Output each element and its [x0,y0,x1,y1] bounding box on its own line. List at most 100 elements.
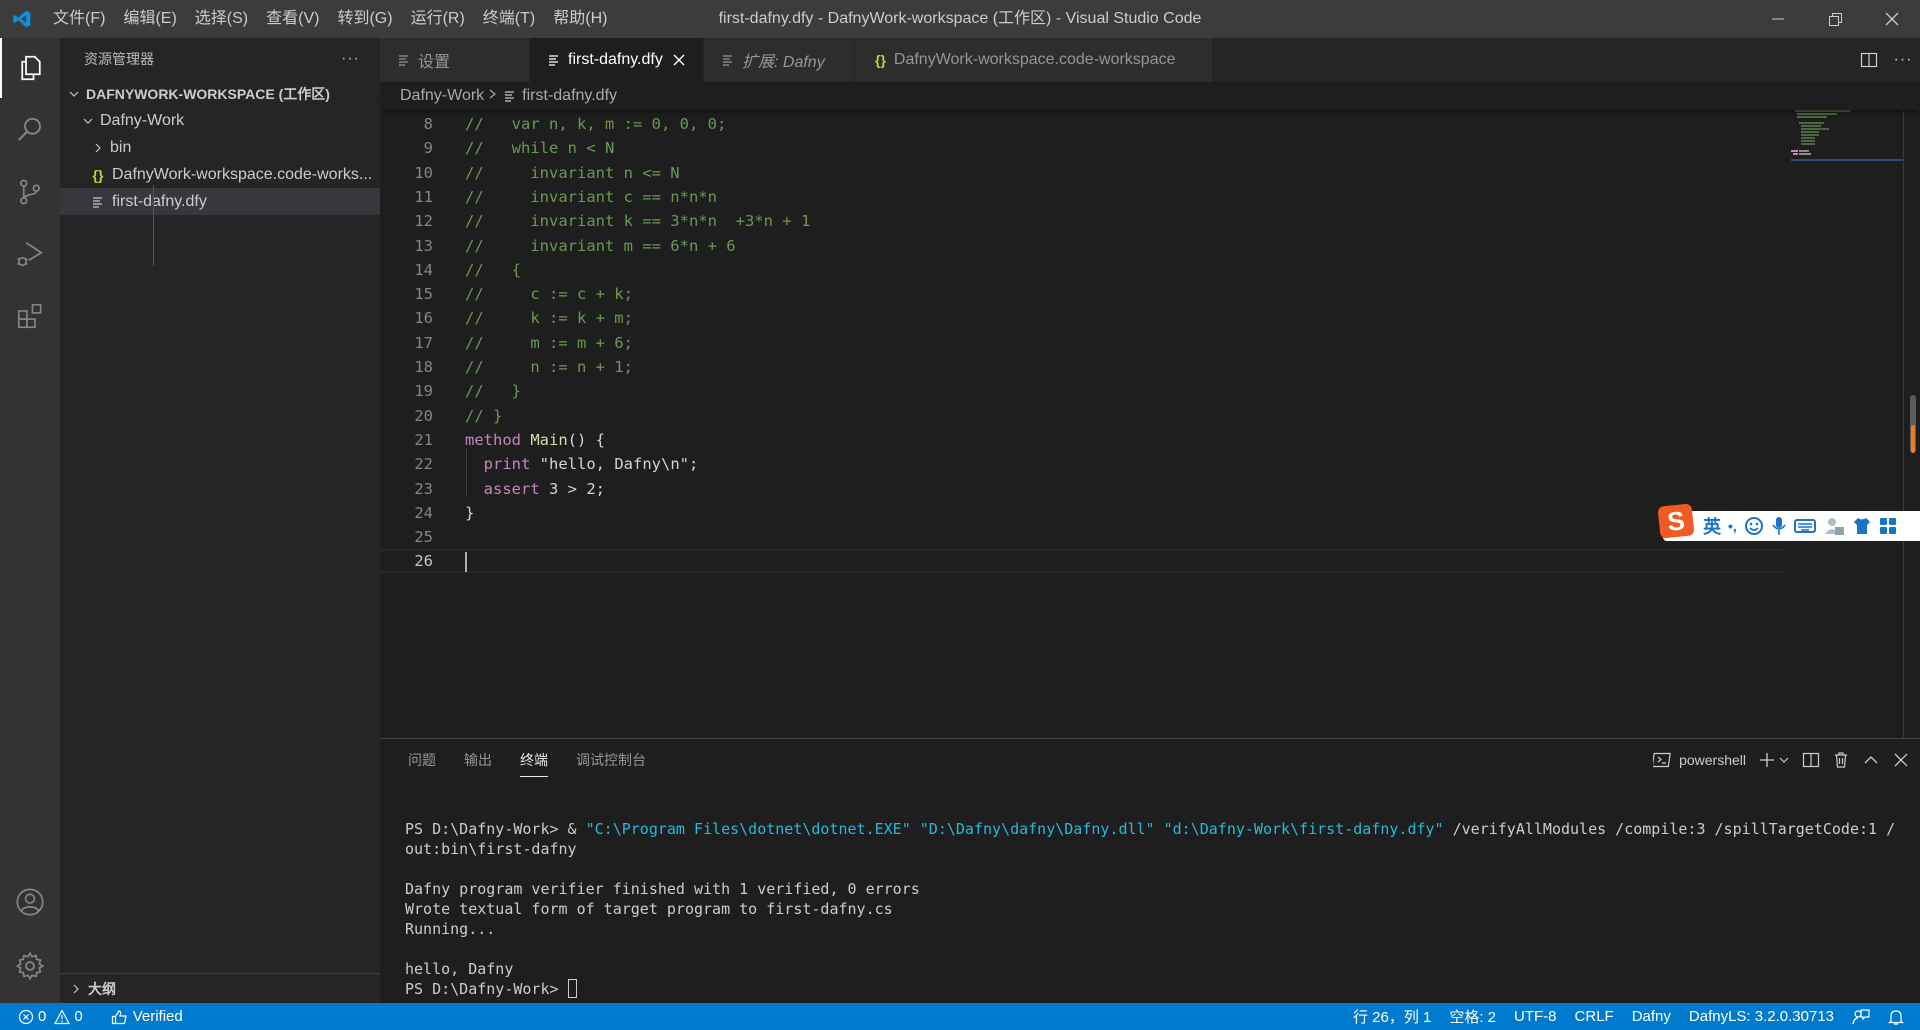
problems-status[interactable]: 0 0 [0,1008,92,1025]
line-number: 8 [423,115,433,133]
line-number: 25 [414,528,433,547]
activity-search[interactable] [0,100,60,160]
grid-menu-icon[interactable] [1879,517,1897,535]
menu-view[interactable]: 查看(V) [257,0,328,38]
code-line[interactable]: 25 [380,525,1785,549]
split-editor-button[interactable] [1852,51,1886,69]
code-editor[interactable]: 8 // var n, k, m := 0, 0, 0; 9 // while n <… [380,110,1920,738]
code-line[interactable]: 16 // k := k + m; [380,306,1785,330]
tree-item-bin[interactable]: bin [60,134,380,161]
code-line[interactable]: 18 // n := n + 1; [380,355,1785,379]
microphone-icon[interactable] [1771,516,1787,536]
keyboard-icon[interactable] [1793,517,1816,535]
code-line[interactable]: 9 // while n < N [380,136,1785,160]
chevron-right-icon [90,142,106,154]
minimap[interactable] [1785,110,1900,170]
code-text: // while n < N [465,136,614,160]
user-skin-icon[interactable] [1823,516,1845,536]
panel-tab-problems[interactable]: 问题 [394,739,450,781]
code-text: // k := k + m; [465,306,633,330]
code-line[interactable]: 14 // { [380,258,1785,282]
code-line[interactable]: 11 // invariant c == n*n*n [380,185,1785,209]
ime-punct-toggle[interactable]: •, [1728,518,1737,534]
more-actions-button[interactable]: ··· [341,50,360,68]
tab-first-dafny[interactable]: first-dafny.dfy [530,38,704,82]
code-line[interactable]: 17 // m := m + 6; [380,331,1785,355]
menu-selection[interactable]: 选择(S) [186,0,257,38]
activity-source-control[interactable] [0,162,60,222]
split-terminal-button[interactable] [1802,751,1820,769]
activity-manage[interactable] [0,936,60,996]
menu-run[interactable]: 运行(R) [402,0,474,38]
outline-section[interactable]: 大纲 [60,973,380,1003]
code-token-plain: } [465,503,475,522]
notifications-button[interactable] [1879,1008,1920,1026]
menu-help[interactable]: 帮助(H) [544,0,616,38]
encoding[interactable]: UTF-8 [1505,1008,1566,1025]
maximize-panel-button[interactable] [1862,751,1880,769]
close-tab-icon[interactable] [673,54,685,66]
menu-file[interactable]: 文件(F) [44,0,114,38]
account-icon [16,888,44,916]
code-line[interactable]: 12 // invariant k == 3*n*n +3*n + 1 [380,209,1785,233]
close-icon [1885,12,1898,26]
breadcrumb-file[interactable]: first-dafny.dfy [522,87,617,105]
code-line[interactable]: 20 // } [380,404,1785,428]
close-panel-button[interactable] [1892,751,1910,769]
tab-workspace-file[interactable]: {} DafnyWork-workspace.code-workspace [855,38,1213,82]
new-terminal-button[interactable] [1758,751,1790,769]
code-token-comment: // m := m + 6; [465,333,633,352]
tree-item-first-dafny[interactable]: first-dafny.dfy [60,188,380,215]
tab-extension-dafny[interactable]: 扩展: Dafny [704,38,855,82]
emoji-icon[interactable] [1744,516,1764,536]
panel-tab-output[interactable]: 输出 [450,739,506,781]
tab-settings[interactable]: 设置 [380,38,530,82]
menu-edit[interactable]: 编辑(E) [114,0,185,38]
code-line[interactable]: 13 // invariant m == 6*n + 6 [380,234,1785,258]
ime-toolbar[interactable]: S 英 •, [1657,503,1920,541]
code-line[interactable]: 23 assert 3 > 2; [380,477,1785,501]
feedback-button[interactable] [1843,1008,1879,1026]
terminal-text: Dafny program verifier finished with 1 v… [405,880,920,898]
end-of-line[interactable]: CRLF [1566,1008,1623,1025]
indentation[interactable]: 空格: 2 [1440,1006,1505,1027]
code-text: // } [465,404,502,428]
minimize-button[interactable] [1749,0,1806,38]
folder-dafny-work[interactable]: Dafny-Work [60,107,380,134]
terminal-selector[interactable]: powershell [1653,751,1746,769]
code-line[interactable]: 15 // c := c + k; [380,282,1785,306]
language-server-version[interactable]: DafnyLS: 3.2.0.30713 [1680,1008,1843,1025]
menu-terminal[interactable]: 终端(T) [474,0,544,38]
activity-extensions[interactable] [0,286,60,346]
panel-tab-terminal[interactable]: 终端 [506,739,562,781]
workspace-root[interactable]: DAFNYWORK-WORKSPACE (工作区) [60,80,380,107]
line-number: 14 [414,260,433,279]
shirt-icon[interactable] [1852,516,1872,536]
code-line[interactable]: 21 method Main() { [380,428,1785,452]
code-line[interactable]: 19 // } [380,379,1785,403]
close-window-button[interactable] [1863,0,1920,38]
breadcrumb-folder[interactable]: Dafny-Work [400,87,484,105]
activity-accounts[interactable] [0,872,60,932]
code-line[interactable]: 24} [380,501,1785,525]
explorer-sidebar: 资源管理器 ··· DAFNYWORK-WORKSPACE (工作区) Dafn… [60,38,380,1003]
code-line[interactable]: 8 // var n, k, m := 0, 0, 0; [380,112,1785,136]
restore-button[interactable] [1806,0,1863,38]
panel-tab-debug-console[interactable]: 调试控制台 [562,739,660,781]
tree-item-workspace-file[interactable]: {} DafnyWork-workspace.code-works... [60,161,380,188]
activity-explorer[interactable] [0,38,60,98]
activity-run-debug[interactable] [0,224,60,284]
ime-mode-toggle[interactable]: 英 [1703,513,1721,539]
json-braces-icon: {} [875,52,886,68]
language-mode[interactable]: Dafny [1623,1008,1680,1025]
terminal-output[interactable]: PS D:\Dafny-Work> & "C:\Program Files\do… [405,819,1895,999]
menu-go[interactable]: 转到(G) [328,0,401,38]
kill-terminal-button[interactable] [1832,751,1850,769]
code-line[interactable]: 26 [380,549,1785,574]
code-line[interactable]: 22 print "hello, Dafny\n"; [380,452,1785,476]
cursor-position[interactable]: 行 26，列 1 [1344,1006,1440,1027]
editor-more-button[interactable]: ··· [1886,51,1920,69]
code-line[interactable]: 10 // invariant n <= N [380,161,1785,185]
verification-status[interactable]: Verified [102,1008,192,1025]
